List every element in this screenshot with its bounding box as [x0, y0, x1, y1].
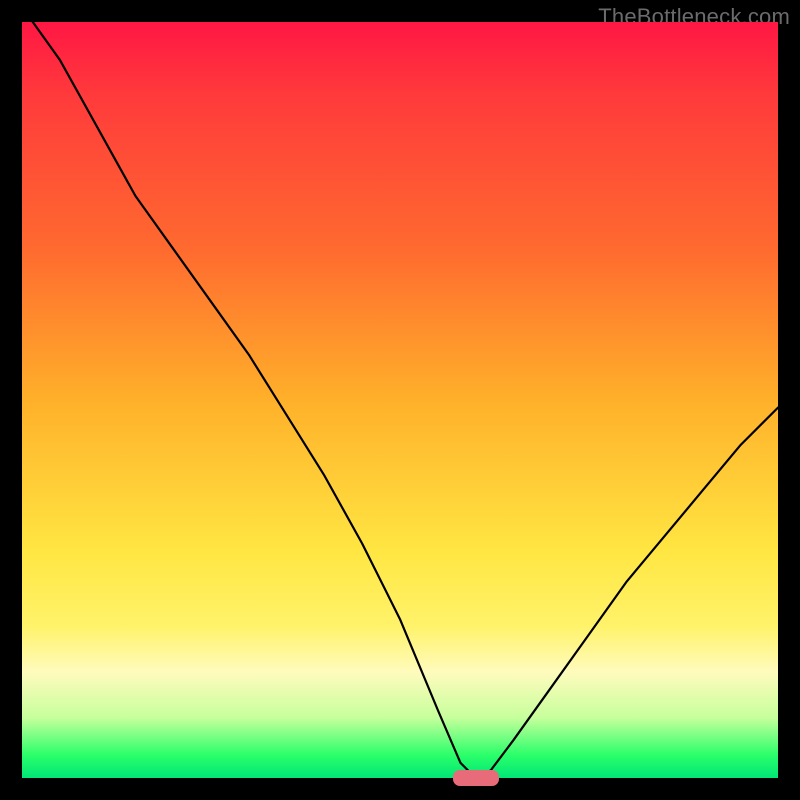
plot-area — [22, 22, 778, 778]
bottleneck-curve-path — [22, 22, 778, 778]
optimal-point-marker — [453, 770, 499, 786]
chart-frame: TheBottleneck.com — [0, 0, 800, 800]
curve-svg — [22, 22, 778, 778]
